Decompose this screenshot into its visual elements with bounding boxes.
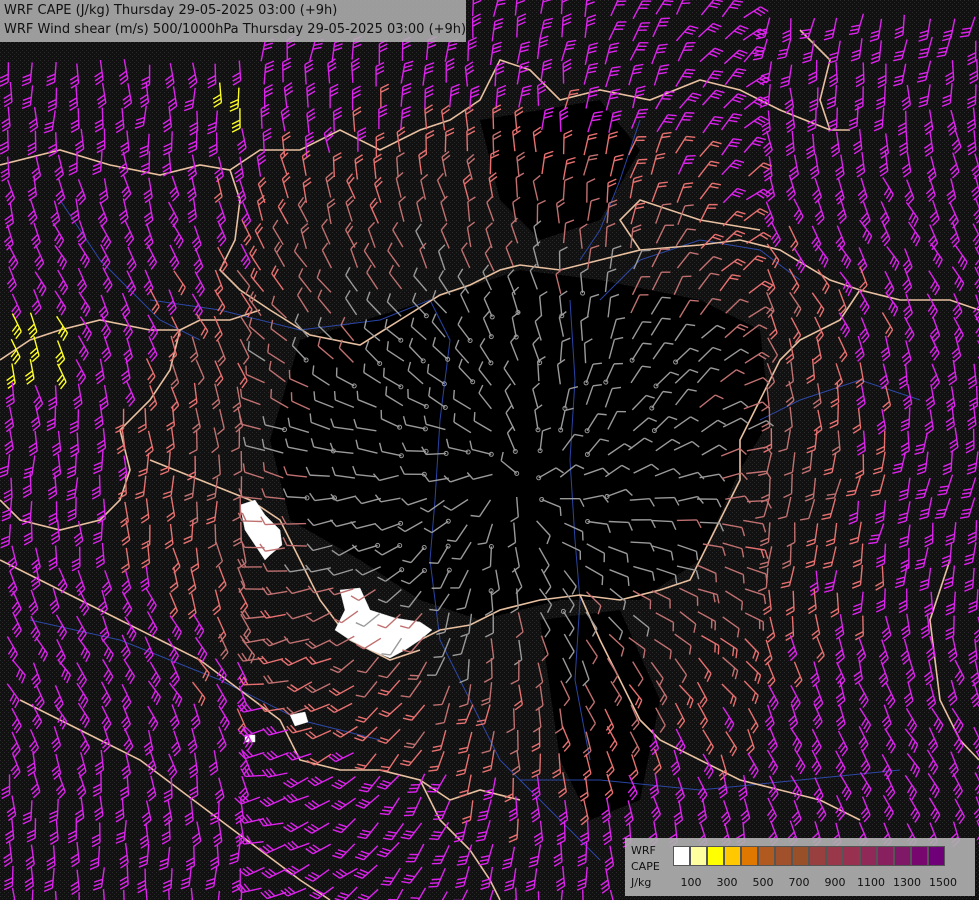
legend-tick-label: 1100	[857, 876, 885, 889]
legend-swatch	[894, 846, 911, 866]
legend-swatch	[792, 846, 809, 866]
legend-swatch	[690, 846, 707, 866]
legend-tick-label: 500	[752, 876, 774, 889]
legend-swatch	[741, 846, 758, 866]
legend-swatch	[877, 846, 894, 866]
legend-tick-label: 100	[680, 876, 702, 889]
legend-swatch	[707, 846, 724, 866]
legend-swatch	[826, 846, 843, 866]
legend-swatch	[860, 846, 877, 866]
legend-swatch	[911, 846, 928, 866]
legend-tick-label: 1500	[929, 876, 957, 889]
legend-tick-label: 900	[824, 876, 846, 889]
legend-tick-label: 300	[716, 876, 738, 889]
legend-swatch	[928, 846, 945, 866]
cape-title: WRF CAPE (J/kg) Thursday 29-05-2025 03:0…	[4, 3, 338, 18]
legend-tick-label: 1300	[893, 876, 921, 889]
legend-variable-label: CAPE	[631, 860, 660, 873]
wind-shear-title: WRF Wind shear (m/s) 500/1000hPa Thursda…	[4, 22, 467, 37]
legend-unit-label: J/kg	[631, 876, 652, 889]
legend-swatch	[758, 846, 775, 866]
cape-legend: WRF CAPE J/kg 100 300 500 700 900 1100 1300 150…	[625, 838, 975, 896]
legend-swatch	[724, 846, 741, 866]
map-title-box: WRF CAPE (J/kg) Thursday 29-05-2025 03:0…	[0, 0, 466, 42]
legend-swatch	[809, 846, 826, 866]
legend-tick-label: 700	[788, 876, 810, 889]
legend-swatch	[673, 846, 690, 866]
legend-swatch	[843, 846, 860, 866]
legend-swatch	[775, 846, 792, 866]
legend-model-label: WRF	[631, 844, 656, 857]
weather-map	[0, 0, 979, 900]
